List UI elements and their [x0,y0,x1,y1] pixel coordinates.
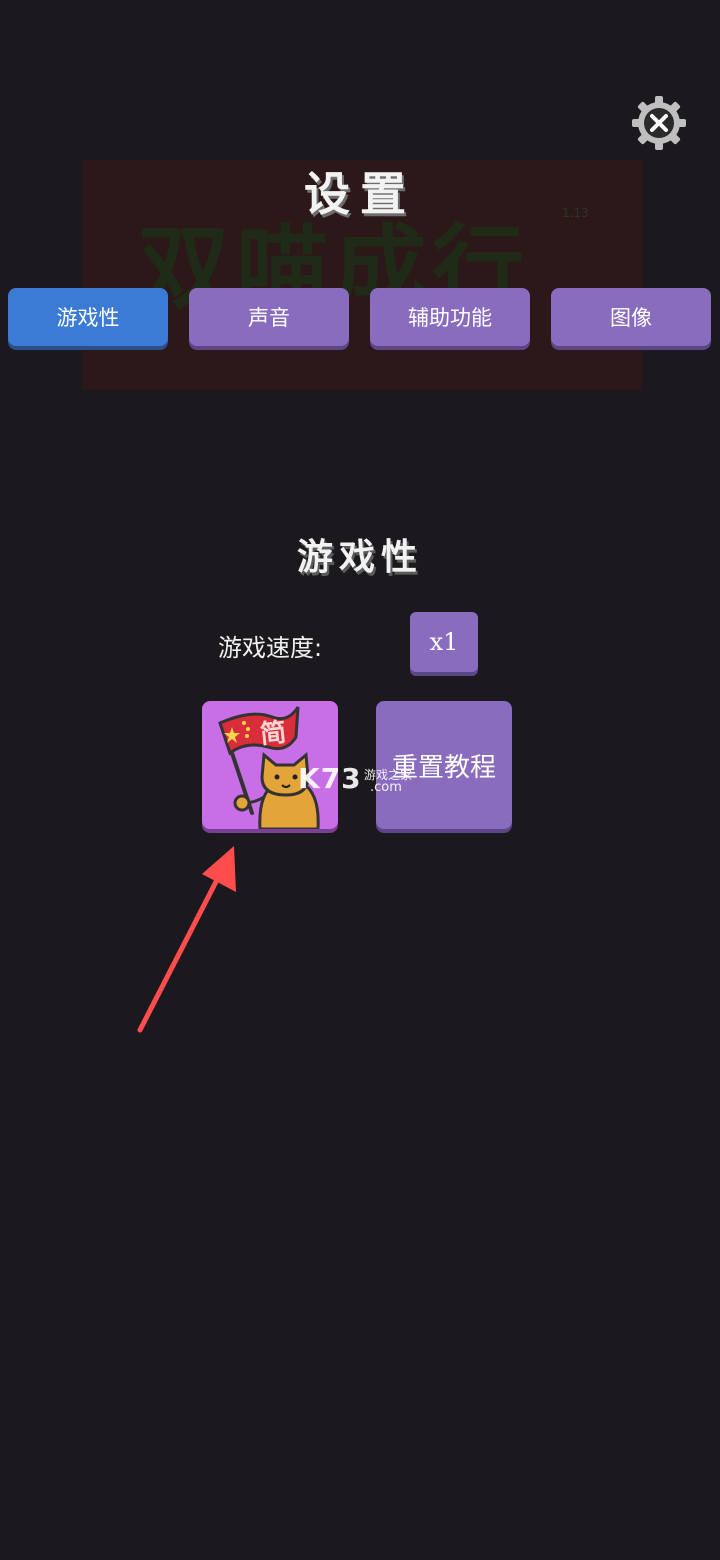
watermark-brand: K73 [298,762,362,795]
simplified-chinese-label: 简 [258,717,288,751]
close-button[interactable] [630,94,688,152]
reset-tutorial-button[interactable]: 重置教程 [376,701,512,829]
close-gear-icon [632,96,686,150]
tab-gameplay[interactable]: 游戏性 [8,288,168,346]
tab-accessibility[interactable]: 辅助功能 [370,288,530,346]
page-title: 设置 [304,167,416,221]
settings-tabs: 游戏性 声音 辅助功能 图像 [8,288,712,350]
tab-graphics[interactable]: 图像 [551,288,711,346]
watermark-suffix: .com [370,780,402,795]
section-heading: 游戏性 [296,537,423,578]
pointer-arrow-icon [137,846,236,1033]
tab-sound[interactable]: 声音 [189,288,349,346]
game-speed-button[interactable]: x1 [410,612,478,672]
game-speed-label: 游戏速度: [218,634,323,662]
